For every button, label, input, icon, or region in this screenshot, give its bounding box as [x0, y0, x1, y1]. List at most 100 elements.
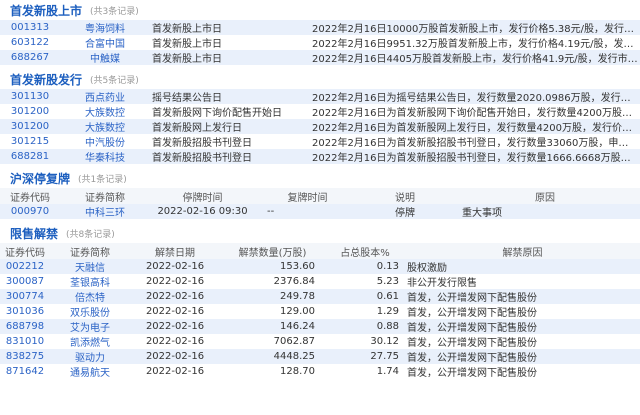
column-header: 解禁日期: [155, 247, 195, 259]
suspend-section: 沪深停复牌 (共1条记录) 证券代码 证券简称 停牌时间 复牌时间 说明 原因 …: [0, 168, 640, 219]
table-row: 688798 艾为电子 2022-02-16 146.24 0.88 首发，公开…: [0, 319, 640, 334]
stock-name-link[interactable]: 华秦科技: [60, 149, 150, 164]
stock-code-link[interactable]: 688267: [0, 52, 60, 63]
column-header: 证券简称: [85, 192, 125, 204]
unlock-reason: 股权激励: [407, 263, 447, 274]
table-row: 301036 双乐股份 2022-02-16 129.00 1.29 首发，公开…: [0, 304, 640, 319]
unlock-quantity: 7062.87: [273, 336, 315, 347]
column-header: 说明: [395, 192, 415, 204]
listing-count: (共3条记录): [90, 6, 139, 17]
table-row: 688267 中触媒 首发新股上市日 2022年2月16日4405万股首发新股上…: [0, 50, 640, 65]
stock-code-link[interactable]: 000970: [0, 206, 60, 217]
column-header: 占总股本%: [340, 247, 390, 259]
table-row: 300774 倍杰特 2022-02-16 249.78 0.61 首发，公开增…: [0, 289, 640, 304]
stock-code-link[interactable]: 001313: [0, 22, 60, 33]
column-header: 复牌时间: [287, 192, 328, 204]
stock-code-link[interactable]: 831010: [0, 336, 50, 347]
table-row: 301200 大族数控 首发新股网上发行日 2022年2月16日为首发新股网上发…: [0, 119, 640, 134]
unlock-percent: 0.13: [376, 261, 399, 272]
unlock-percent: 30.12: [370, 336, 399, 347]
stock-name-link[interactable]: 大族数控: [60, 104, 150, 119]
event-type: 首发新股招股书刊登日: [152, 138, 252, 149]
table-row: 301130 西点药业 摇号结果公告日 2022年2月16日为摇号结果公告日，发…: [0, 89, 640, 104]
unlock-reason: 首发，公开增发网下配售股份: [407, 293, 537, 304]
unlock-quantity: 2376.84: [273, 276, 315, 287]
stock-code-link[interactable]: 871642: [0, 366, 50, 377]
unlock-percent: 0.88: [376, 321, 399, 332]
event-detail: 2022年2月16日10000万股首发新股上市，发行价格5.38元/股，发行市盈…: [312, 24, 640, 35]
issue-table: 301130 西点药业 摇号结果公告日 2022年2月16日为摇号结果公告日，发…: [0, 89, 640, 164]
table-row: 301215 中汽股份 首发新股招股书刊登日 2022年2月16日为首发新股招股…: [0, 134, 640, 149]
event-detail: 2022年2月16日为首发新股招股书刊登日，发行数量33060万股，申购代码..…: [312, 138, 640, 149]
stock-name-link[interactable]: 荃银高科: [50, 274, 130, 289]
table-row: 000970 中科三环 2022-02-16 09:30 -- 停牌 重大事项: [0, 204, 640, 219]
stock-code-link[interactable]: 301200: [0, 106, 60, 117]
unlock-percent: 5.23: [376, 276, 399, 287]
unlock-header: 限售解禁 (共8条记录): [0, 223, 640, 243]
stock-name-link[interactable]: 天融信: [50, 259, 130, 274]
suspend-desc: 停牌: [395, 208, 415, 219]
issue-header: 首发新股发行 (共5条记录): [0, 69, 640, 89]
unlock-reason: 首发，公开增发网下配售股份: [407, 353, 537, 364]
column-header: 解禁数量(万股): [238, 247, 307, 259]
stock-code-link[interactable]: 002212: [0, 261, 50, 272]
unlock-quantity: 153.60: [280, 261, 315, 272]
unlock-table: 证券代码 证券简称 解禁日期 解禁数量(万股) 占总股本% 解禁原因 00221…: [0, 243, 640, 379]
stock-name-link[interactable]: 粤海饲料: [60, 20, 150, 35]
stock-code-link[interactable]: 688798: [0, 321, 50, 332]
stock-name-link[interactable]: 倍杰特: [50, 289, 130, 304]
table-row: 688281 华秦科技 首发新股招股书刊登日 2022年2月16日为首发新股招股…: [0, 149, 640, 164]
suspend-header: 沪深停复牌 (共1条记录): [0, 168, 640, 188]
event-type: 首发新股上市日: [152, 54, 222, 65]
event-detail: 2022年2月16日为首发新股网上发行日，发行数量4200万股，发行价格76.5…: [312, 123, 640, 134]
stock-name-link[interactable]: 西点药业: [60, 89, 150, 104]
stock-code-link[interactable]: 300087: [0, 276, 50, 287]
unlock-reason: 首发，公开增发网下配售股份: [407, 338, 537, 349]
stock-name-link[interactable]: 双乐股份: [50, 304, 130, 319]
unlock-date: 2022-02-16: [145, 321, 205, 332]
event-type: 首发新股网下询价配售开始日: [152, 108, 282, 119]
table-row: 002212 天融信 2022-02-16 153.60 0.13 股权激励: [0, 259, 640, 274]
event-detail: 2022年2月16日为首发新股网下询价配售开始日，发行数量4200万股，发...: [312, 108, 640, 119]
suspend-time: 2022-02-16 09:30: [157, 206, 248, 217]
stock-name-link[interactable]: 大族数控: [60, 119, 150, 134]
suspend-title: 沪深停复牌: [10, 171, 71, 186]
listing-section: 首发新股上市 (共3条记录) 001313 粤海饲料 首发新股上市日 2022年…: [0, 0, 640, 65]
suspend-reason: 重大事项: [462, 208, 502, 219]
unlock-quantity: 146.24: [280, 321, 315, 332]
unlock-title: 限售解禁: [10, 226, 59, 241]
unlock-reason: 首发，公开增发网下配售股份: [407, 308, 537, 319]
stock-code-link[interactable]: 301200: [0, 121, 60, 132]
table-header-row: 证券代码 证券简称 解禁日期 解禁数量(万股) 占总股本% 解禁原因: [0, 243, 640, 259]
stock-name-link[interactable]: 凯添燃气: [50, 334, 130, 349]
unlock-percent: 1.74: [376, 366, 399, 377]
unlock-date: 2022-02-16: [145, 261, 205, 272]
table-row: 831010 凯添燃气 2022-02-16 7062.87 30.12 首发，…: [0, 334, 640, 349]
table-row: 300087 荃银高科 2022-02-16 2376.84 5.23 非公开发…: [0, 274, 640, 289]
unlock-section: 限售解禁 (共8条记录) 证券代码 证券简称 解禁日期 解禁数量(万股) 占总股…: [0, 223, 640, 379]
suspend-table: 证券代码 证券简称 停牌时间 复牌时间 说明 原因 000970 中科三环 20…: [0, 188, 640, 219]
table-row: 838275 驱动力 2022-02-16 4448.25 27.75 首发，公…: [0, 349, 640, 364]
stock-name-link[interactable]: 合富中国: [60, 35, 150, 50]
stock-name-link[interactable]: 中汽股份: [60, 134, 150, 149]
issue-count: (共5条记录): [90, 75, 139, 86]
stock-code-link[interactable]: 300774: [0, 291, 50, 302]
stock-code-link[interactable]: 838275: [0, 351, 50, 362]
event-detail: 2022年2月16日为摇号结果公告日，发行数量2020.0986万股，发行价格2…: [312, 93, 640, 104]
unlock-quantity: 128.70: [280, 366, 315, 377]
stock-code-link[interactable]: 603122: [0, 37, 60, 48]
stock-code-link[interactable]: 301130: [0, 91, 60, 102]
column-header: 停牌时间: [182, 192, 223, 204]
table-row: 871642 通易航天 2022-02-16 128.70 1.74 首发，公开…: [0, 364, 640, 379]
stock-code-link[interactable]: 301215: [0, 136, 60, 147]
stock-name-link[interactable]: 通易航天: [50, 364, 130, 379]
table-row: 301200 大族数控 首发新股网下询价配售开始日 2022年2月16日为首发新…: [0, 104, 640, 119]
stock-name-link[interactable]: 艾为电子: [50, 319, 130, 334]
unlock-quantity: 129.00: [280, 306, 315, 317]
event-type: 首发新股招股书刊登日: [152, 153, 252, 164]
stock-code-link[interactable]: 688281: [0, 151, 60, 162]
stock-name-link[interactable]: 驱动力: [50, 349, 130, 364]
stock-code-link[interactable]: 301036: [0, 306, 50, 317]
stock-name-link[interactable]: 中科三环: [60, 204, 150, 219]
stock-name-link[interactable]: 中触媒: [60, 50, 150, 65]
